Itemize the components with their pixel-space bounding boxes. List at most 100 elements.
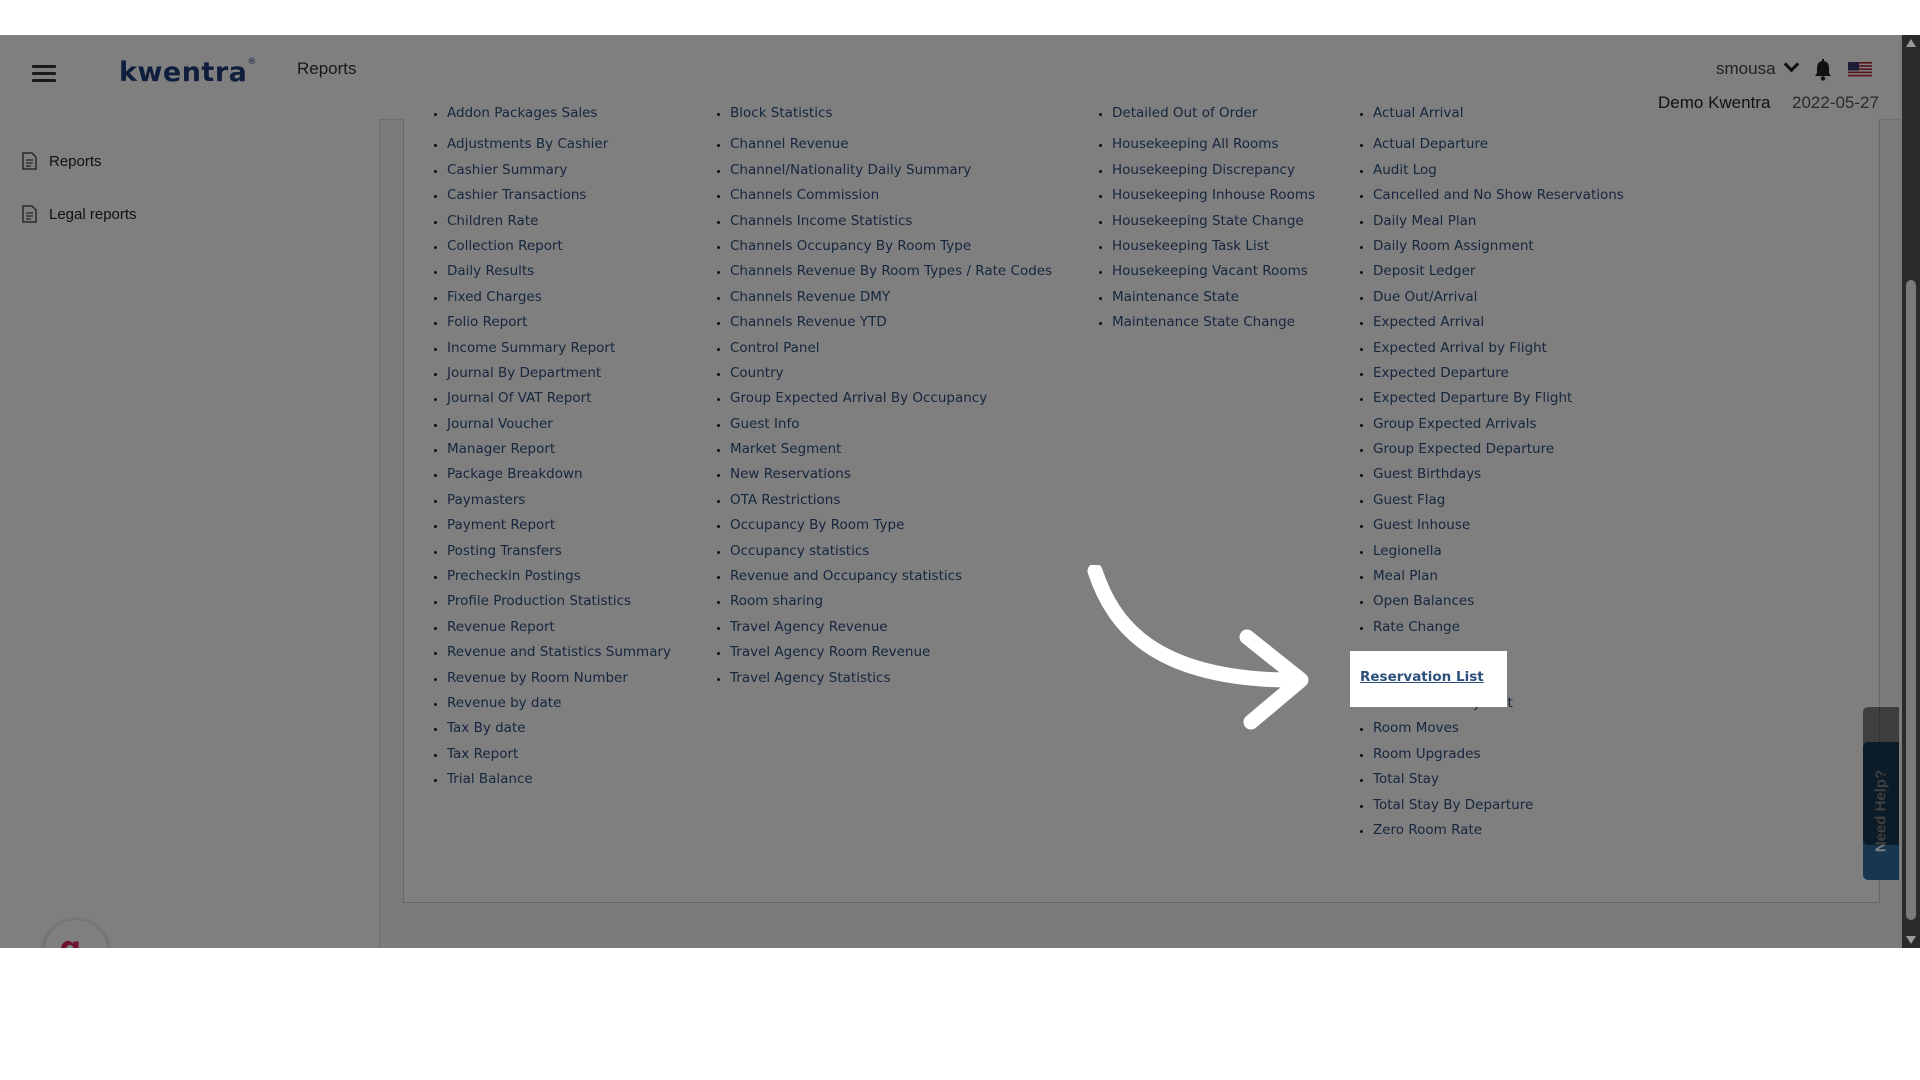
user-dropdown[interactable]: smousa xyxy=(1716,56,1799,79)
report-link[interactable]: Meal Plan xyxy=(1373,564,1624,589)
report-link[interactable]: Fixed Charges xyxy=(447,285,671,310)
report-link[interactable]: Actual Departure xyxy=(1373,132,1624,157)
report-link[interactable]: Expected Departure xyxy=(1373,361,1624,386)
report-link[interactable]: Travel Agency Revenue xyxy=(730,615,1052,640)
report-link[interactable]: Housekeeping Task List xyxy=(1112,234,1315,259)
report-link[interactable]: Control Panel xyxy=(730,336,1052,361)
report-link[interactable]: New Reservations xyxy=(730,462,1052,487)
report-link[interactable]: Deposit Ledger xyxy=(1373,259,1624,284)
report-link[interactable]: Group Expected Arrivals xyxy=(1373,412,1624,437)
sidebar-item-reports[interactable]: Reports xyxy=(22,149,102,173)
report-link[interactable]: Guest Info xyxy=(730,412,1052,437)
report-link[interactable]: Tax Report xyxy=(447,742,671,767)
report-link[interactable]: Revenue and Occupancy statistics xyxy=(730,564,1052,589)
report-link[interactable]: Package Breakdown xyxy=(447,462,671,487)
report-link[interactable]: Room sharing xyxy=(730,589,1052,614)
report-link[interactable]: Channel/Nationality Daily Summary xyxy=(730,158,1052,183)
report-link[interactable]: Occupancy statistics xyxy=(730,539,1052,564)
report-link[interactable]: Channels Revenue YTD xyxy=(730,310,1052,335)
report-link[interactable]: Channels Occupancy By Room Type xyxy=(730,234,1052,259)
report-link[interactable]: Posting Transfers xyxy=(447,539,671,564)
scroll-down-arrow-icon[interactable] xyxy=(1906,936,1916,944)
report-link[interactable]: Income Summary Report xyxy=(447,336,671,361)
report-link[interactable]: Daily Room Assignment xyxy=(1373,234,1624,259)
report-link[interactable]: Cashier Transactions xyxy=(447,183,671,208)
report-link[interactable]: Due Out/Arrival xyxy=(1373,285,1624,310)
report-link[interactable]: Total Stay xyxy=(1373,767,1624,792)
report-link[interactable]: Audit Log xyxy=(1373,158,1624,183)
sidebar-item-legal-reports[interactable]: Legal reports xyxy=(22,202,137,226)
report-link[interactable]: Open Balances xyxy=(1373,589,1624,614)
report-link[interactable]: Room Upgrades xyxy=(1373,742,1624,767)
report-link[interactable]: Paymasters xyxy=(447,488,671,513)
report-link[interactable]: Group Expected Arrival By Occupancy xyxy=(730,386,1052,411)
report-link[interactable]: Guest Birthdays xyxy=(1373,462,1624,487)
report-link[interactable]: Rate Change xyxy=(1373,615,1624,640)
report-link[interactable]: Maintenance State xyxy=(1112,285,1315,310)
report-link[interactable]: Channels Commission xyxy=(730,183,1052,208)
report-link[interactable]: Cashier Summary xyxy=(447,158,671,183)
need-help-label: Need Help? xyxy=(1872,769,1890,853)
report-link[interactable]: Travel Agency Room Revenue xyxy=(730,640,1052,665)
report-link[interactable]: Expected Arrival by Flight xyxy=(1373,336,1624,361)
us-flag-icon[interactable] xyxy=(1848,62,1872,78)
report-link[interactable]: Trial Balance xyxy=(447,767,671,792)
report-link[interactable]: Folio Report xyxy=(447,310,671,335)
report-link[interactable]: Expected Departure By Flight xyxy=(1373,386,1624,411)
report-link[interactable]: Housekeeping State Change xyxy=(1112,209,1315,234)
report-link[interactable]: Daily Meal Plan xyxy=(1373,209,1624,234)
report-link[interactable]: Detailed Out of Order xyxy=(1112,106,1315,132)
report-link[interactable]: Channel Revenue xyxy=(730,132,1052,157)
report-link[interactable]: Revenue and Statistics Summary xyxy=(447,640,671,665)
reservation-list-link[interactable]: Reservation List xyxy=(1360,669,1484,685)
report-link[interactable]: Channels Income Statistics xyxy=(730,209,1052,234)
report-link[interactable]: Children Rate xyxy=(447,209,671,234)
report-link[interactable]: Guest Inhouse xyxy=(1373,513,1624,538)
need-help-button[interactable]: Need Help? xyxy=(1863,742,1899,880)
report-link[interactable]: Tax By date xyxy=(447,716,671,741)
report-link[interactable]: Legionella xyxy=(1373,539,1624,564)
report-link[interactable]: Block Statistics xyxy=(730,106,1052,132)
report-link[interactable]: Journal Of VAT Report xyxy=(447,386,671,411)
report-link[interactable]: Revenue Report xyxy=(447,615,671,640)
report-link[interactable]: Room Moves xyxy=(1373,716,1624,741)
report-link[interactable]: Actual Arrival xyxy=(1373,106,1624,132)
report-link[interactable]: Occupancy By Room Type xyxy=(730,513,1052,538)
page-scrollbar[interactable] xyxy=(1902,35,1920,948)
report-link[interactable]: Journal By Department xyxy=(447,361,671,386)
report-link[interactable]: Travel Agency Statistics xyxy=(730,666,1052,691)
report-link[interactable]: Market Segment xyxy=(730,437,1052,462)
report-link[interactable]: OTA Restrictions xyxy=(730,488,1052,513)
report-link[interactable]: Group Expected Departure xyxy=(1373,437,1624,462)
report-link[interactable]: Total Stay By Departure xyxy=(1373,793,1624,818)
report-link[interactable]: Addon Packages Sales xyxy=(447,106,671,132)
report-link[interactable]: Journal Voucher xyxy=(447,412,671,437)
report-link[interactable]: Channels Revenue DMY xyxy=(730,285,1052,310)
report-link[interactable]: Manager Report xyxy=(447,437,671,462)
report-link[interactable]: Guest Flag xyxy=(1373,488,1624,513)
report-link[interactable]: Zero Room Rate xyxy=(1373,818,1624,843)
kwentra-logo[interactable]: kwentra® xyxy=(119,57,257,88)
report-link[interactable]: Collection Report xyxy=(447,234,671,259)
report-link[interactable]: Maintenance State Change xyxy=(1112,310,1315,335)
report-link[interactable]: Cancelled and No Show Reservations xyxy=(1373,183,1624,208)
bell-icon[interactable] xyxy=(1813,59,1833,81)
report-link[interactable]: Expected Arrival xyxy=(1373,310,1624,335)
report-link[interactable]: Precheckin Postings xyxy=(447,564,671,589)
report-link[interactable]: Daily Results xyxy=(447,259,671,284)
report-link[interactable]: Channels Revenue By Room Types / Rate Co… xyxy=(730,259,1052,284)
scroll-thumb[interactable] xyxy=(1906,280,1916,920)
report-link[interactable]: Adjustments By Cashier xyxy=(447,132,671,157)
menu-icon[interactable] xyxy=(32,65,56,83)
report-link[interactable]: Housekeeping All Rooms xyxy=(1112,132,1315,157)
report-link[interactable]: Revenue by date xyxy=(447,691,671,716)
report-link[interactable]: Profile Production Statistics xyxy=(447,589,671,614)
report-link[interactable]: Housekeeping Discrepancy xyxy=(1112,158,1315,183)
scroll-up-arrow-icon[interactable] xyxy=(1906,39,1916,47)
report-link[interactable]: Revenue by Room Number xyxy=(447,666,671,691)
report-link[interactable]: Country xyxy=(730,361,1052,386)
guidance-avatar[interactable]: g. xyxy=(44,920,108,948)
report-link[interactable]: Housekeeping Inhouse Rooms xyxy=(1112,183,1315,208)
report-link[interactable]: Payment Report xyxy=(447,513,671,538)
report-link[interactable]: Housekeeping Vacant Rooms xyxy=(1112,259,1315,284)
